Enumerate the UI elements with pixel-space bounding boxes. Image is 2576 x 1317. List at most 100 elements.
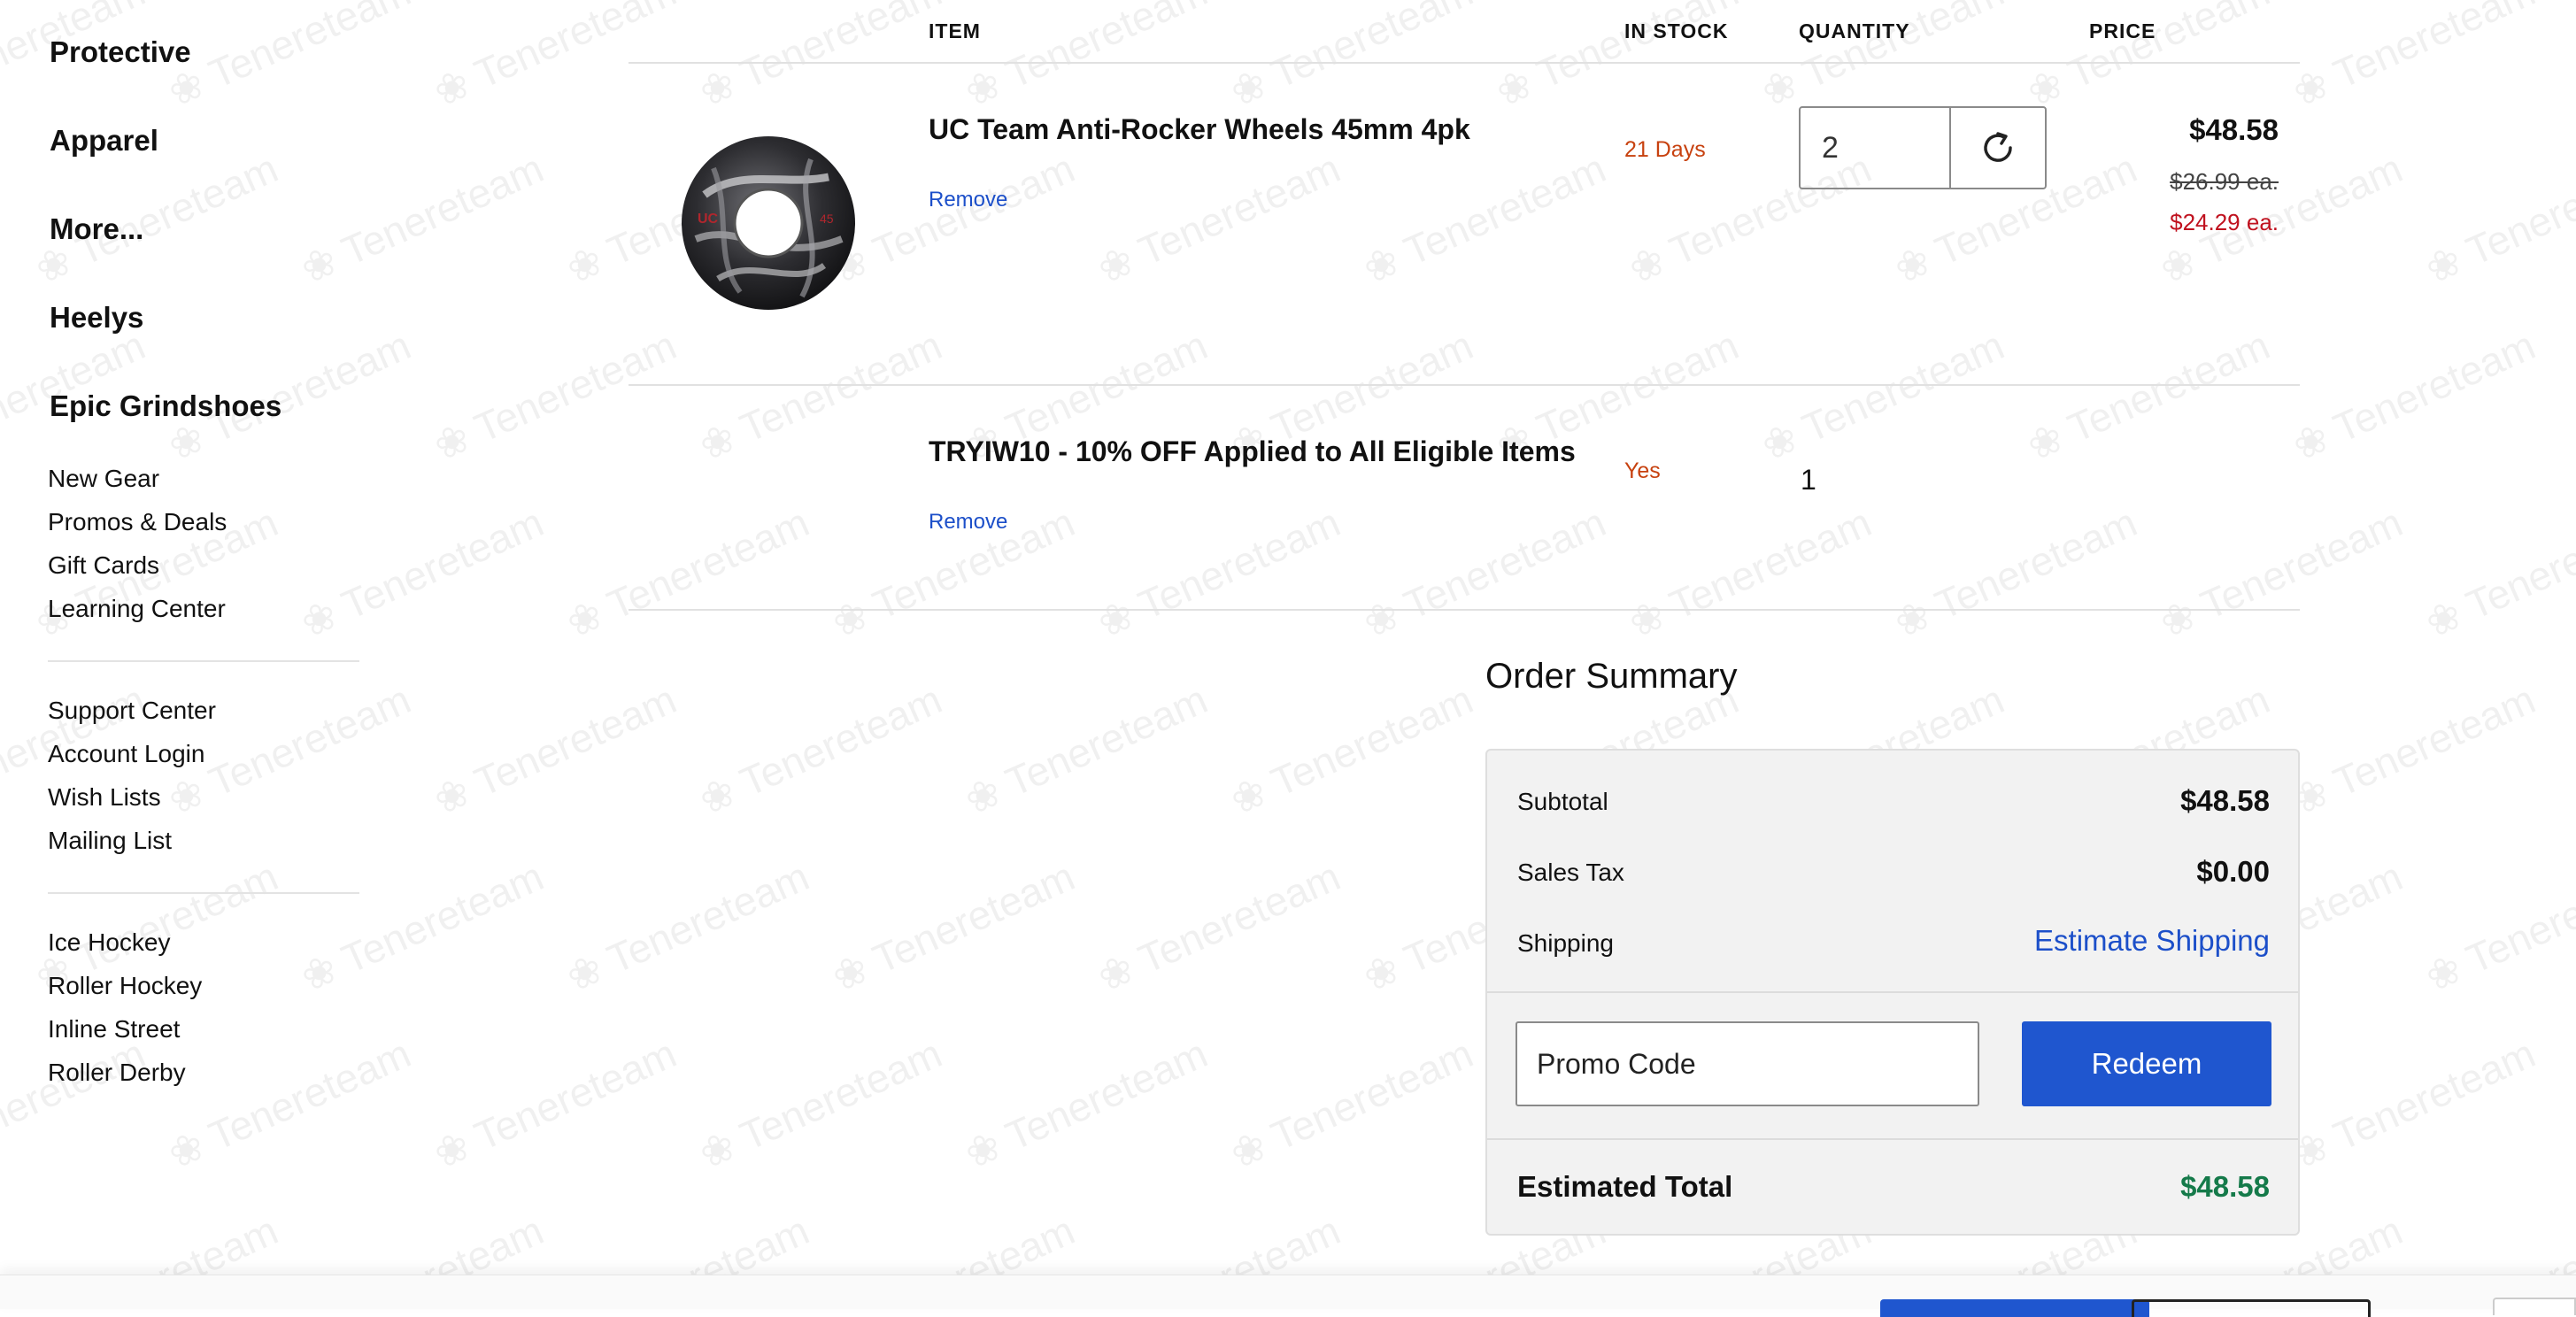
watermark-text: ❀ Tenereteam bbox=[2020, 0, 2277, 116]
sales-tax-value: $0.00 bbox=[2196, 855, 2270, 888]
watermark-text: ❀ Tenereteam bbox=[427, 675, 683, 824]
watermark-text: ❀ Tenereteam bbox=[161, 1029, 418, 1178]
watermark-text: ❀ Tenereteam bbox=[692, 675, 949, 824]
watermark-text: ❀ Tenereteam bbox=[2286, 675, 2542, 824]
watermark-text: ❀ Tenereteam bbox=[692, 0, 949, 116]
watermark-text: ❀ Tenereteam bbox=[1223, 1029, 1480, 1178]
watermark-text: ❀ Tenereteam bbox=[2153, 498, 2410, 647]
redeem-button[interactable]: Redeem bbox=[2022, 1021, 2271, 1106]
bottom-primary-button[interactable] bbox=[1880, 1299, 2149, 1317]
watermark-text: ❀ Tenereteam bbox=[2418, 498, 2576, 647]
sidebar-link-roller-hockey[interactable]: Roller Hockey bbox=[48, 972, 202, 1000]
quantity-stepper bbox=[1799, 106, 2047, 189]
table-divider bbox=[629, 609, 2300, 611]
item-title: TRYIW10 - 10% OFF Applied to All Eligibl… bbox=[929, 435, 1576, 467]
watermark-text: ❀ Tenereteam bbox=[1223, 0, 1480, 116]
remove-link[interactable]: Remove bbox=[929, 188, 1007, 212]
watermark-text: ❀ Tenereteam bbox=[294, 852, 551, 1001]
refresh-quantity-button[interactable] bbox=[1949, 108, 2045, 188]
watermark-text: ❀ Tenereteam bbox=[2286, 0, 2542, 116]
subtotal-label: Subtotal bbox=[1517, 788, 1608, 815]
watermark-text: ❀ Tenereteam bbox=[2418, 852, 2576, 1001]
sidebar-item-epic-grindshoes[interactable]: Epic Grindshoes bbox=[50, 389, 282, 423]
watermark-text: ❀ Tenereteam bbox=[958, 0, 1215, 116]
quantity-value: 1 bbox=[1801, 464, 1816, 496]
watermark-text: ❀ Tenereteam bbox=[958, 1029, 1215, 1178]
shipping-label: Shipping bbox=[1517, 929, 1614, 957]
watermark-text: ❀ Tenereteam bbox=[825, 852, 1082, 1001]
watermark-text: ❀ Tenereteam bbox=[2418, 144, 2576, 293]
sidebar-item-more[interactable]: More... bbox=[50, 212, 143, 246]
product-image-wheel[interactable]: UC 45 bbox=[678, 133, 859, 313]
watermark-text: ❀ Tenereteam bbox=[0, 1029, 152, 1178]
sidebar-item-heelys[interactable]: Heelys bbox=[50, 301, 143, 335]
subtotal-value: $48.58 bbox=[2180, 784, 2270, 817]
watermark-text: ❀ Tenereteam bbox=[1489, 0, 1746, 116]
watermark-text: ❀ Tenereteam bbox=[1091, 852, 1347, 1001]
watermark-text: ❀ Tenereteam bbox=[1887, 498, 2144, 647]
sidebar-link-gift-cards[interactable]: Gift Cards bbox=[48, 551, 159, 580]
estimated-total-value: $48.58 bbox=[2180, 1170, 2270, 1203]
column-header-in-stock: IN STOCK bbox=[1624, 19, 1729, 42]
watermark-text: ❀ Tenereteam bbox=[294, 144, 551, 293]
order-summary-title: Order Summary bbox=[1485, 657, 1738, 696]
sidebar-link-inline-street[interactable]: Inline Street bbox=[48, 1015, 180, 1044]
sales-tax-label: Sales Tax bbox=[1517, 859, 1624, 886]
summary-divider bbox=[1487, 1138, 2298, 1140]
quantity-input[interactable] bbox=[1801, 108, 1949, 188]
table-divider bbox=[629, 384, 2300, 386]
bottom-tertiary-button[interactable] bbox=[2493, 1298, 2576, 1315]
sidebar-link-wish-lists[interactable]: Wish Lists bbox=[48, 783, 161, 812]
sidebar-link-roller-derby[interactable]: Roller Derby bbox=[48, 1059, 186, 1087]
sidebar-item-protective[interactable]: Protective bbox=[50, 35, 191, 69]
promo-code-input[interactable] bbox=[1516, 1021, 1979, 1106]
sidebar-link-ice-hockey[interactable]: Ice Hockey bbox=[48, 928, 171, 957]
watermark-text: ❀ Tenereteam bbox=[2286, 1029, 2542, 1178]
sidebar-link-promos-deals[interactable]: Promos & Deals bbox=[48, 508, 227, 536]
bottom-secondary-button[interactable] bbox=[2132, 1299, 2371, 1317]
watermark-text: ❀ Tenereteam bbox=[1356, 144, 1613, 293]
watermark-text: ❀ Tenereteam bbox=[294, 498, 551, 647]
watermark-text: ❀ Tenereteam bbox=[1755, 321, 2011, 470]
sidebar-link-mailing-list[interactable]: Mailing List bbox=[48, 827, 172, 855]
refresh-icon bbox=[1984, 132, 2012, 162]
watermark-text: ❀ Tenereteam bbox=[559, 498, 816, 647]
sidebar-link-support-center[interactable]: Support Center bbox=[48, 697, 216, 725]
stock-status: Yes bbox=[1624, 458, 1661, 483]
watermark-text: ❀ Tenereteam bbox=[692, 1029, 949, 1178]
sidebar-link-account-login[interactable]: Account Login bbox=[48, 740, 204, 768]
watermark-text: ❀ Tenereteam bbox=[161, 0, 418, 116]
watermark-text: ❀ Tenereteam bbox=[1091, 498, 1347, 647]
watermark-text: ❀ Tenereteam bbox=[427, 321, 683, 470]
svg-text:UC: UC bbox=[698, 212, 719, 227]
column-header-price: PRICE bbox=[2089, 19, 2156, 42]
sidebar-item-apparel[interactable]: Apparel bbox=[50, 124, 158, 158]
order-summary-panel: Subtotal $48.58 Sales Tax $0.00 Shipping… bbox=[1485, 749, 2300, 1236]
watermark-text: ❀ Tenereteam bbox=[692, 321, 949, 470]
item-title[interactable]: UC Team Anti-Rocker Wheels 45mm 4pk bbox=[929, 113, 1470, 146]
summary-divider bbox=[1487, 991, 2298, 993]
watermark-text: ❀ Tenereteam bbox=[1223, 675, 1480, 824]
wheel-image: UC 45 bbox=[682, 136, 855, 310]
watermark-text: ❀ Tenereteam bbox=[958, 675, 1215, 824]
estimated-total-label: Estimated Total bbox=[1517, 1170, 1733, 1203]
sale-unit-price: $24.29 ea. bbox=[2170, 209, 2279, 235]
line-price: $48.58 bbox=[2189, 113, 2279, 146]
table-divider bbox=[629, 62, 2300, 64]
original-unit-price: $26.99 ea. bbox=[2170, 168, 2279, 195]
watermark-text: ❀ Tenereteam bbox=[559, 852, 816, 1001]
sidebar-link-learning-center[interactable]: Learning Center bbox=[48, 595, 226, 623]
watermark-text: ❀ Tenereteam bbox=[427, 1029, 683, 1178]
watermark-text: ❀ Tenereteam bbox=[2020, 321, 2277, 470]
column-header-item: ITEM bbox=[929, 19, 981, 42]
watermark-text: ❀ Tenereteam bbox=[1622, 498, 1878, 647]
watermark-text: ❀ Tenereteam bbox=[1091, 144, 1347, 293]
watermark-text: ❀ Tenereteam bbox=[1356, 498, 1613, 647]
sidebar-link-new-gear[interactable]: New Gear bbox=[48, 465, 159, 493]
column-header-quantity: QUANTITY bbox=[1799, 19, 1910, 42]
remove-link[interactable]: Remove bbox=[929, 510, 1007, 535]
watermark-text: ❀ Tenereteam bbox=[427, 0, 683, 116]
svg-text:45: 45 bbox=[820, 212, 834, 226]
watermark-text: ❀ Tenereteam bbox=[1755, 0, 2011, 116]
estimate-shipping-link[interactable]: Estimate Shipping bbox=[2034, 924, 2270, 958]
